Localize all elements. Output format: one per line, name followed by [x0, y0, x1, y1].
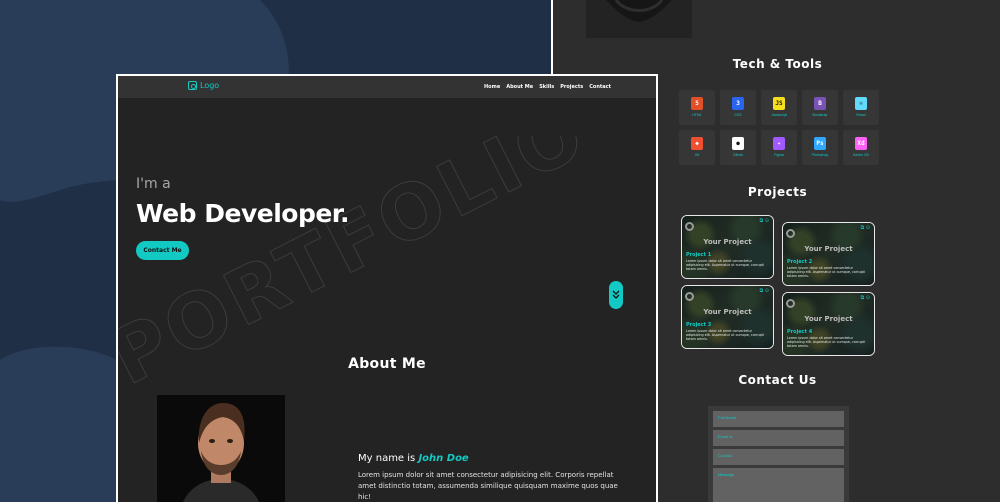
project-card[interactable]: ⧉ ⊙ Your Project Project 1 Lorem ipsum dolo… — [681, 215, 774, 279]
contact-me-button[interactable]: Contact Me — [136, 241, 189, 260]
html5-icon: 5 — [691, 97, 703, 111]
project-description: Lorem ipsum dolor sit amet consectetur a… — [686, 329, 764, 341]
tool-card: Xd Adobe XD — [843, 130, 879, 165]
intro-prefix: My name is — [358, 453, 416, 464]
javascript-icon: JS — [773, 97, 785, 111]
external-link-icon[interactable]: ⧉ — [861, 295, 865, 301]
nav-link-skills[interactable]: Skills — [539, 84, 554, 90]
full-name-input[interactable]: Full Name — [713, 411, 844, 427]
logo-icon — [188, 81, 197, 90]
tool-card: B Bootstrap — [802, 90, 838, 125]
project-name: Project 1 — [686, 252, 712, 258]
double-chevron-down-icon — [612, 290, 620, 299]
project-name: Project 4 — [787, 329, 813, 335]
logo[interactable]: Logo — [188, 81, 219, 90]
bootstrap-icon: B — [814, 97, 826, 111]
profile-photo-cropped — [586, 0, 692, 38]
figma-icon: ✦ — [773, 137, 785, 151]
tool-label: Git — [694, 153, 700, 158]
project-badge-icon — [685, 222, 694, 231]
project-card[interactable]: ⧉ ⊙ Your Project Project 2 Lorem ipsum dolo… — [782, 222, 875, 286]
project-links: ⧉ ⊙ — [760, 218, 769, 224]
tool-card: 5 HTML — [679, 90, 715, 125]
portfolio-watermark: PORTFOLIO — [118, 136, 601, 403]
project-title: Your Project — [804, 315, 853, 323]
about-heading: About Me — [348, 356, 426, 372]
project-badge-icon — [685, 292, 694, 301]
tool-label: Photoshop — [811, 153, 829, 158]
tool-label: CSS — [734, 113, 742, 118]
github-icon[interactable]: ⊙ — [765, 218, 769, 224]
nav-link-contact[interactable]: Contact — [589, 84, 611, 90]
github-icon[interactable]: ⊙ — [765, 288, 769, 294]
tool-card: 3 CSS — [720, 90, 756, 125]
css3-icon: 3 — [732, 97, 744, 111]
logo-text: Logo — [200, 81, 220, 90]
project-title: Your Project — [804, 245, 853, 253]
nav-links: Home About Me Skills Projects Contact — [484, 84, 611, 90]
photoshop-icon: Ps — [814, 137, 826, 151]
contact-input[interactable]: Contact — [713, 449, 844, 465]
project-badge-icon — [786, 299, 795, 308]
project-title: Your Project — [703, 238, 752, 246]
tool-label: HTML — [692, 113, 702, 118]
tool-label: Javascript — [771, 113, 787, 118]
project-links: ⧉ ⊙ — [861, 225, 870, 231]
project-description: Lorem ipsum dolor sit amet consectetur a… — [787, 336, 865, 348]
hero-role-title: Web Developer. — [136, 199, 350, 228]
tool-label: Github — [732, 153, 744, 158]
intro-name: John Doe — [418, 453, 469, 464]
navbar: Logo Home About Me Skills Projects Conta… — [118, 76, 656, 98]
project-card[interactable]: ⧉ ⊙ Your Project Project 4 Lorem ipsum dolo… — [782, 292, 875, 356]
react-icon: ⚛ — [855, 97, 867, 111]
tool-label: React — [856, 113, 866, 118]
project-links: ⧉ ⊙ — [861, 295, 870, 301]
external-link-icon[interactable]: ⧉ — [760, 218, 764, 224]
tool-card: ● Github — [720, 130, 756, 165]
external-link-icon[interactable]: ⧉ — [760, 288, 764, 294]
tool-card: ◆ Git — [679, 130, 715, 165]
profile-photo — [157, 395, 285, 502]
adobe-xd-icon: Xd — [855, 137, 867, 151]
project-links: ⧉ ⊙ — [760, 288, 769, 294]
nav-link-about[interactable]: About Me — [506, 84, 533, 90]
tech-tools-heading: Tech & Tools — [732, 57, 823, 71]
tool-card: ⚛ React — [843, 90, 879, 125]
contact-form: Full Name Email Id Contact Message — [708, 406, 849, 502]
tool-label: Bootstrap — [812, 113, 828, 118]
nav-link-home[interactable]: Home — [484, 84, 500, 90]
git-icon: ◆ — [691, 137, 703, 151]
about-bio: Lorem ipsum dolor sit amet consectetur a… — [358, 471, 618, 501]
tool-label: Adobe XD — [853, 153, 869, 158]
github-icon[interactable]: ⊙ — [866, 295, 870, 301]
project-badge-icon — [786, 229, 795, 238]
email-input[interactable]: Email Id — [713, 430, 844, 446]
hero-greeting: I'm a — [136, 176, 171, 192]
message-textarea[interactable]: Message — [713, 468, 844, 502]
tool-card: ✦ Figma — [761, 130, 797, 165]
tech-tools-grid: 5 HTML 3 CSS JS Javascript B Bootstrap ⚛ React ◆ Gi… — [679, 90, 879, 165]
intro-line: My name is John Doe — [358, 453, 469, 464]
portfolio-preview-hero: Logo Home About Me Skills Projects Conta… — [116, 74, 658, 502]
scroll-down-button[interactable] — [609, 281, 623, 309]
github-icon[interactable]: ⊙ — [866, 225, 870, 231]
tool-label: Figma — [774, 153, 784, 158]
tool-card: JS Javascript — [761, 90, 797, 125]
project-name: Project 2 — [787, 259, 813, 265]
project-description: Lorem ipsum dolor sit amet consectetur a… — [787, 266, 865, 278]
github-icon: ● — [732, 137, 744, 151]
nav-link-projects[interactable]: Projects — [560, 84, 583, 90]
project-description: Lorem ipsum dolor sit amet consectetur a… — [686, 259, 764, 271]
project-card[interactable]: ⧉ ⊙ Your Project Project 3 Lorem ipsum dolo… — [681, 285, 774, 349]
external-link-icon[interactable]: ⧉ — [861, 225, 865, 231]
project-name: Project 3 — [686, 322, 712, 328]
project-title: Your Project — [703, 308, 752, 316]
tool-card: Ps Photoshop — [802, 130, 838, 165]
